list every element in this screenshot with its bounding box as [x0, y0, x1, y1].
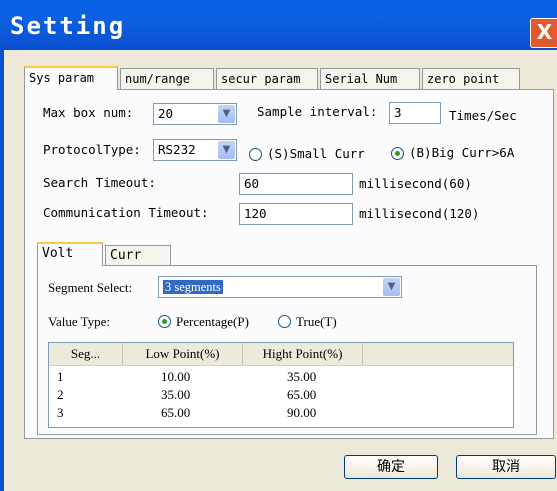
max-box-label: Max box num:: [43, 105, 134, 120]
cancel-button[interactable]: 取消: [456, 455, 556, 479]
column-header[interactable]: Seg...: [49, 343, 123, 365]
sample-interval-input[interactable]: 3: [389, 102, 441, 124]
search-timeout-input[interactable]: 60: [239, 173, 353, 195]
max-box-value: 20: [158, 106, 174, 121]
table-cell: 10.00: [161, 369, 191, 384]
percentage-radio[interactable]: [158, 315, 171, 328]
table-cell: 35.00: [161, 387, 191, 402]
chevron-down-icon[interactable]: ▼: [383, 278, 400, 296]
title-bar: Setting X: [0, 0, 557, 50]
table-cell: 35.00: [287, 369, 317, 384]
percentage-label[interactable]: Percentage(P): [176, 314, 249, 330]
table-cell: 1: [57, 369, 64, 384]
column-header[interactable]: Hight Point(%): [243, 343, 363, 365]
tab-secur-param[interactable]: secur param: [216, 68, 318, 89]
window-title: Setting: [10, 12, 126, 40]
volt-panel: Segment Select: 3 segments ▼ Value Type:…: [37, 265, 537, 435]
segment-select-label: Segment Select:: [48, 280, 133, 295]
close-icon: X: [536, 20, 553, 44]
tab-sys-param[interactable]: Sys param: [24, 66, 118, 90]
table-header: Seg... Low Point(%) Hight Point(%): [49, 343, 513, 366]
table-cell: 65.00: [287, 387, 317, 402]
ok-button[interactable]: 确定: [344, 455, 438, 479]
tab-label: Sys param: [29, 71, 95, 85]
tab-label: Volt: [42, 246, 74, 261]
max-box-select[interactable]: 20 ▼: [153, 103, 237, 125]
segment-select[interactable]: 3 segments ▼: [158, 276, 402, 298]
tab-volt[interactable]: Volt: [37, 242, 103, 266]
search-timeout-unit: millisecond(60): [359, 176, 472, 191]
protocol-label: ProtocolType:: [43, 142, 141, 157]
search-timeout-label: Search Timeout:: [43, 175, 156, 190]
table-cell: 65.00: [161, 405, 191, 420]
comm-timeout-unit: millisecond(120): [359, 206, 480, 221]
small-curr-radio[interactable]: [249, 148, 262, 161]
segment-table[interactable]: Seg... Low Point(%) Hight Point(%) 1 10.…: [48, 342, 514, 428]
protocol-select[interactable]: RS232 ▼: [153, 139, 237, 161]
segment-value: 3 segments: [163, 280, 223, 294]
tab-zero-point[interactable]: zero point: [422, 68, 520, 89]
chevron-down-icon[interactable]: ▼: [218, 141, 235, 159]
tab-label: zero point: [427, 72, 500, 86]
tab-label: Curr: [110, 248, 142, 263]
big-curr-radio[interactable]: [391, 147, 404, 160]
true-label[interactable]: True(T): [296, 314, 337, 330]
comm-timeout-input[interactable]: 120: [239, 203, 353, 225]
tab-curr[interactable]: Curr: [105, 245, 171, 266]
big-curr-label[interactable]: (B)Big Curr>6A: [409, 145, 514, 160]
column-header[interactable]: Low Point(%): [123, 343, 243, 365]
comm-timeout-label: Communication Timeout:: [43, 205, 209, 220]
dialog-body: Sys param num/range secur param Serial N…: [0, 50, 557, 491]
protocol-value: RS232: [158, 142, 196, 157]
table-cell: 2: [57, 387, 64, 402]
tab-serial-num[interactable]: Serial Num: [320, 68, 420, 89]
small-curr-label[interactable]: (S)Small Curr: [267, 146, 365, 161]
chevron-down-icon[interactable]: ▼: [218, 105, 235, 123]
sample-unit: Times/Sec: [449, 108, 517, 123]
sample-interval-label: Sample interval:: [257, 104, 378, 119]
sys-param-panel: Max box num: 20 ▼ Sample interval: 3 Tim…: [24, 89, 554, 439]
close-button[interactable]: X: [530, 18, 557, 48]
table-cell: 90.00: [287, 405, 317, 420]
tab-label: secur param: [221, 72, 301, 86]
tab-num-range[interactable]: num/range: [120, 68, 214, 89]
tab-label: num/range: [125, 72, 191, 86]
true-radio[interactable]: [278, 315, 291, 328]
value-type-label: Value Type:: [48, 314, 111, 329]
table-cell: 3: [57, 405, 64, 420]
tab-label: Serial Num: [325, 72, 398, 86]
